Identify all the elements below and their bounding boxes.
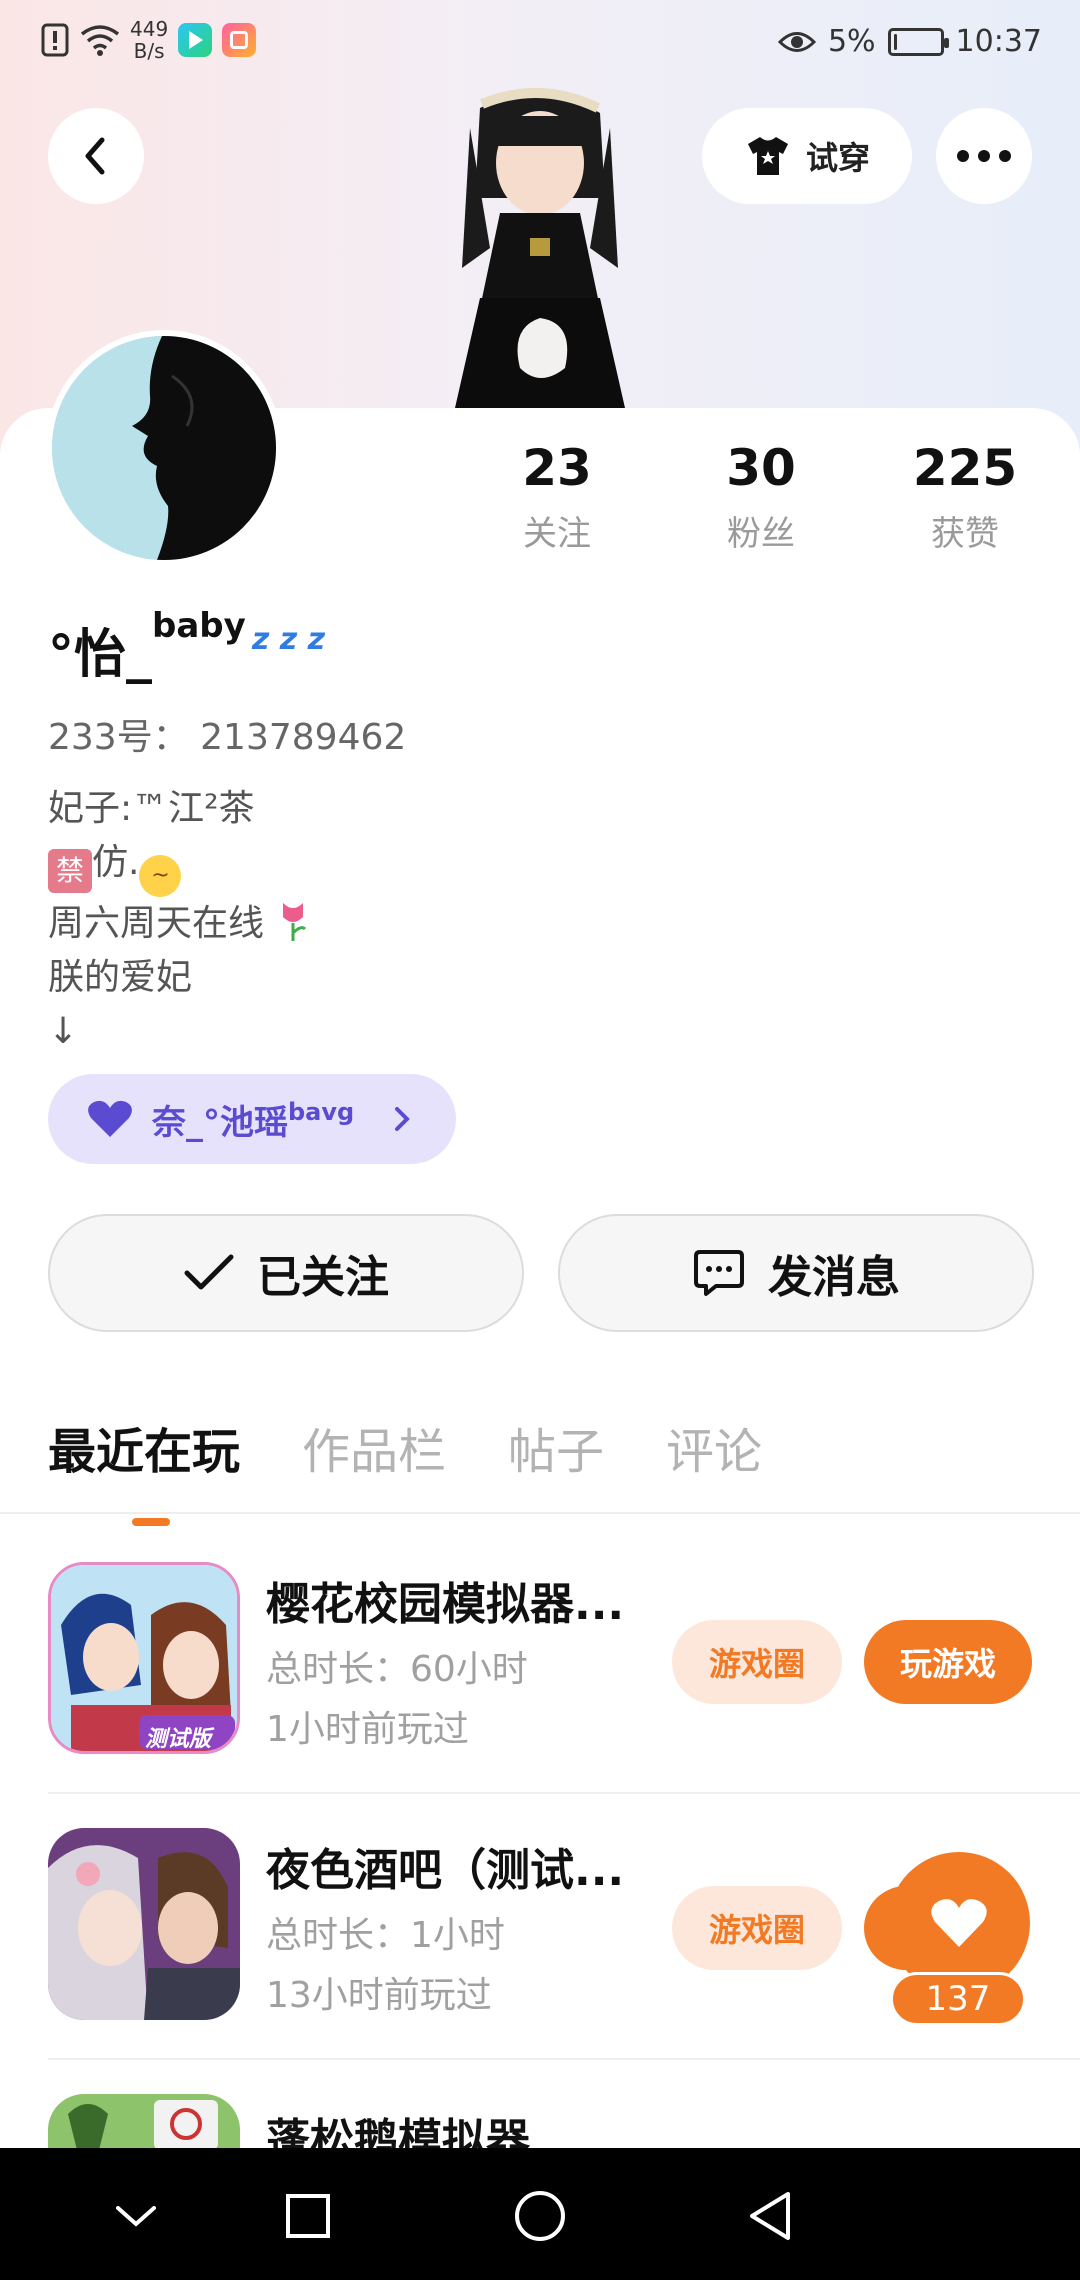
- back-button[interactable]: [48, 108, 144, 204]
- user-id[interactable]: 233号： 213789462: [48, 708, 406, 760]
- nav-home-button[interactable]: [508, 2184, 572, 2248]
- nav-back-button[interactable]: [738, 2184, 802, 2248]
- triangle-back-icon: [750, 2192, 790, 2240]
- try-on-label: 试穿: [805, 139, 870, 177]
- game-row[interactable]: 夜色酒吧（测试... 总时长：1小时 13小时前玩过 游戏圈: [48, 1828, 1032, 2024]
- alert-icon: [41, 23, 69, 57]
- chevron-right-icon: [395, 1107, 411, 1131]
- try-on-button[interactable]: 试穿: [702, 108, 912, 204]
- avatar-image: [52, 336, 276, 560]
- game-icon-image: [48, 2094, 240, 2148]
- network-speed: 449 B/s: [130, 18, 168, 62]
- row-divider: [48, 2058, 1080, 2060]
- nav-collapse-button[interactable]: [104, 2184, 168, 2248]
- bio-text: 仿.: [92, 842, 140, 883]
- game-duration: 总时长：1小时: [266, 1915, 505, 1956]
- battery-percent: 5%: [827, 24, 876, 59]
- wifi-icon: [80, 25, 120, 56]
- chevron-down-icon: [116, 2206, 156, 2227]
- battery-icon: [887, 27, 949, 56]
- following-button[interactable]: 已关注: [48, 1214, 524, 1332]
- game-icon[interactable]: [48, 1828, 240, 2020]
- character-avatar-image[interactable]: [410, 88, 670, 408]
- bio: 妃子:™江²茶 禁仿. ~ 周六周天在线 朕的爱妃 ↓: [48, 782, 311, 1059]
- app-notification-icon: [178, 23, 213, 57]
- checkmark-icon: [184, 1254, 234, 1290]
- stat-label: 关注: [523, 514, 591, 554]
- floating-like-button[interactable]: 137: [888, 1852, 1030, 2026]
- more-dots-icon: [957, 150, 1011, 162]
- stat-value: 23: [522, 439, 592, 497]
- game-title: 夜色酒吧（测试...: [266, 1845, 625, 1896]
- nickname-main: °怡_: [48, 625, 153, 685]
- game-title: 蓬松鹅模拟器: [266, 2115, 530, 2148]
- network-speed-value: 449: [130, 17, 169, 41]
- game-title: 樱花校园模拟器...: [266, 1579, 625, 1630]
- bio-line: 妃子:™江²茶: [48, 788, 255, 829]
- bio-line: 禁仿. ~: [48, 836, 311, 897]
- game-icon-image: [48, 1828, 240, 2020]
- network-speed-unit: B/s: [133, 39, 165, 63]
- tab-recently-played[interactable]: 最近在玩: [48, 1412, 240, 1526]
- prohibited-tag-icon: 禁: [48, 849, 92, 893]
- eye-comfort-icon: [777, 31, 816, 52]
- test-version-badge: 测试版: [145, 1727, 212, 1752]
- heart-icon: [88, 1100, 132, 1137]
- game-last-played: 1小时前玩过: [266, 1709, 469, 1750]
- stat-label: 获赞: [931, 514, 999, 554]
- clock: 10:37: [955, 24, 1042, 59]
- sleep-zzz-icon: z z z: [251, 622, 326, 657]
- couple-link-pill[interactable]: 奈_°池瑶bavg: [48, 1074, 456, 1164]
- send-message-button[interactable]: 发消息: [558, 1214, 1034, 1332]
- game-icon[interactable]: 测试版: [48, 1562, 240, 1754]
- like-count: 137: [890, 1972, 1026, 2026]
- stat-following[interactable]: 23 关注: [472, 436, 642, 555]
- stat-value: 30: [726, 439, 796, 497]
- chat-bubble-icon: [694, 1250, 744, 1296]
- following-label: 已关注: [257, 1252, 389, 1303]
- game-duration: 总时长：60小时: [266, 1649, 528, 1690]
- system-navigation-bar: [0, 2148, 1080, 2280]
- app-notification-icon-2: [222, 23, 257, 57]
- nickname: °怡_ baby z z z: [48, 606, 326, 687]
- game-last-played: 13小时前玩过: [266, 1975, 492, 2016]
- more-options-button[interactable]: [936, 108, 1032, 204]
- stat-value: 225: [912, 439, 1018, 497]
- game-circle-button[interactable]: 游戏圈: [672, 1620, 842, 1704]
- bio-line: ↓: [48, 1011, 79, 1052]
- status-bar: 449 B/s 5% 10:37: [0, 0, 1080, 92]
- chevron-left-icon: [85, 137, 105, 175]
- couple-name-superscript: bavg: [288, 1097, 355, 1126]
- send-message-label: 发消息: [768, 1252, 900, 1303]
- profile-tabs: 最近在玩 作品栏 帖子 评论: [48, 1412, 762, 1526]
- profile-screen: 449 B/s 5% 10:37 试穿 23 关注 30 粉丝 225 获赞 °…: [0, 0, 1080, 2280]
- stat-followers[interactable]: 30 粉丝: [676, 436, 846, 555]
- square-icon: [286, 2194, 330, 2238]
- stat-label: 粉丝: [727, 514, 795, 554]
- tab-comments[interactable]: 评论: [666, 1412, 762, 1482]
- stat-likes[interactable]: 225 获赞: [880, 436, 1050, 555]
- tab-posts[interactable]: 帖子: [508, 1412, 604, 1482]
- game-circle-button[interactable]: 游戏圈: [672, 1886, 842, 1970]
- game-icon[interactable]: [48, 2094, 240, 2148]
- bio-line: 朕的爱妃: [48, 957, 193, 998]
- couple-name: 奈_°池瑶: [152, 1102, 288, 1143]
- tulip-emoji-icon: [283, 903, 307, 941]
- profile-avatar[interactable]: [46, 330, 282, 566]
- play-game-button[interactable]: 玩游戏: [864, 1620, 1032, 1704]
- bio-line: 周六周天在线: [48, 897, 311, 951]
- battery-fill: [893, 33, 897, 50]
- zipper-mouth-emoji-icon: ~: [139, 855, 182, 897]
- tabs-divider: [0, 1512, 1080, 1514]
- circle-icon: [515, 2191, 565, 2241]
- row-divider: [48, 1792, 1080, 1794]
- nav-recents-button[interactable]: [276, 2184, 340, 2248]
- game-row[interactable]: 测试版 樱花校园模拟器... 总时长：60小时 1小时前玩过 游戏圈 玩游戏: [48, 1562, 1032, 1758]
- heart-icon: [931, 1899, 987, 1947]
- tab-works[interactable]: 作品栏: [302, 1412, 446, 1482]
- bio-text: 周六周天在线: [48, 903, 265, 944]
- game-row[interactable]: 蓬松鹅模拟器: [48, 2094, 1032, 2148]
- tshirt-icon: [747, 137, 788, 175]
- nickname-superscript: baby: [152, 606, 246, 646]
